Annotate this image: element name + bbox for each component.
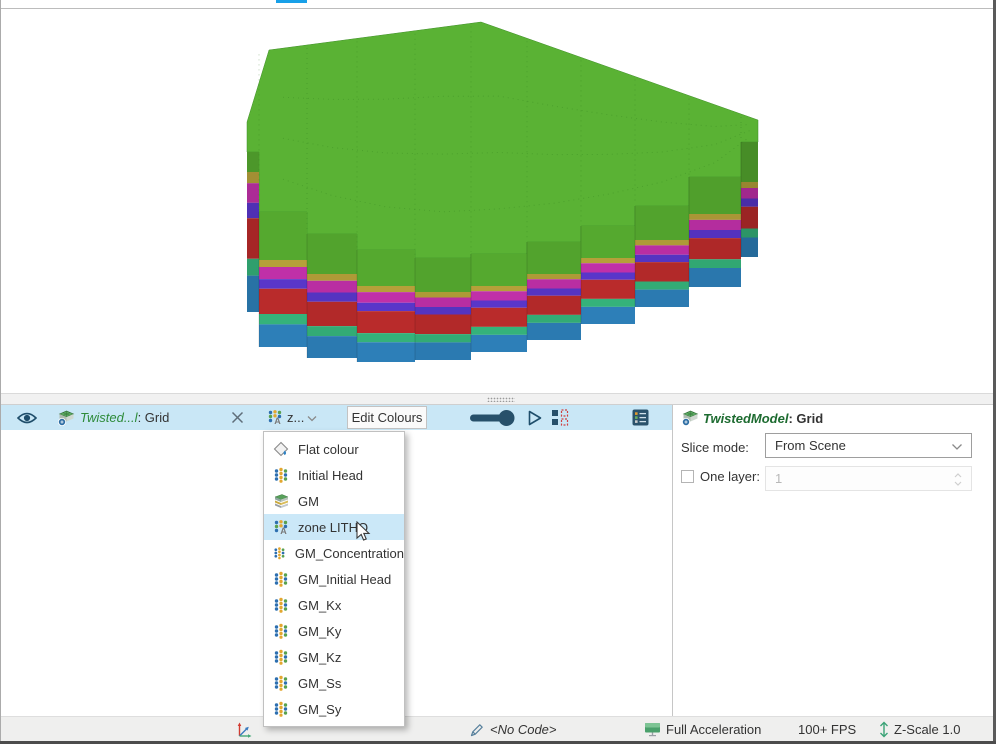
slice-mode-label: Slice mode: [681,440,749,455]
menu-item-initial-head[interactable]: Initial Head [264,462,404,488]
values-icon [273,571,289,587]
values-icon [273,701,289,717]
values-icon [273,467,289,483]
splitter-grip-icon[interactable] [487,397,515,402]
one-layer-spinner[interactable]: 1 [765,466,972,491]
slice-mode-select[interactable]: From Scene [765,433,972,458]
category-icon [267,409,283,425]
colour-mode-menu: Flat colour Initial Head GM zone LITHO G… [263,431,405,727]
axes-icon[interactable] [235,721,253,739]
shape-title: Twisted...l: Grid [80,410,169,425]
one-layer-checkbox[interactable] [681,470,694,483]
spinner-arrows-icon[interactable] [953,471,963,488]
menu-item-gm[interactable]: GM [264,488,404,514]
window-border [0,0,1,744]
fps-label: 100+ FPS [798,722,856,737]
z-scale-icon [878,720,890,739]
chevron-down-icon [951,443,963,451]
scene-3d-viewport[interactable] [1,9,993,393]
model-icon [273,493,289,509]
shape-row[interactable]: Twisted...l: Grid z... Edit Colours [1,405,672,430]
values-icon [273,597,289,613]
values-icon [273,545,286,561]
menu-item-zone-litho[interactable]: zone LITHO [264,514,404,540]
menu-item-gm-kx[interactable]: GM_Kx [264,592,404,618]
slice-mode-value: From Scene [775,438,846,453]
filter-grid-icon[interactable] [551,409,569,427]
acceleration-label[interactable]: Full Acceleration [666,722,761,737]
opacity-slider[interactable] [468,409,516,427]
one-layer-label: One layer: [700,469,760,484]
status-bar: <No Code> Full Acceleration 100+ FPS Z-S… [1,716,993,741]
menu-item-gm-kz[interactable]: GM_Kz [264,644,404,670]
pencil-icon[interactable] [469,722,485,738]
z-scale-label[interactable]: Z-Scale 1.0 [894,722,960,737]
menu-item-gm-ky[interactable]: GM_Ky [264,618,404,644]
category-icon [273,519,289,535]
menu-item-gm-concentration[interactable]: GM_Concentration [264,540,404,566]
properties-title: TwistedModel: Grid [703,411,823,426]
horizontal-splitter[interactable] [1,393,993,405]
colour-mode-value: z... [287,410,304,425]
grid-shape-icon [681,408,700,427]
menu-item-gm-ss[interactable]: GM_Ss [264,670,404,696]
play-icon[interactable] [524,408,544,428]
tab-indicator [276,0,307,3]
block-model-3d [1,9,993,393]
menu-item-flat-colour[interactable]: Flat colour [264,436,404,462]
app-window: Twisted...l: Grid z... Edit Colours [0,0,996,744]
grid-shape-icon [57,408,76,427]
top-strip [1,0,993,8]
properties-panel: TwistedModel: Grid Slice mode: From Scen… [673,405,993,716]
menu-item-gm-initial-head[interactable]: GM_Initial Head [264,566,404,592]
close-icon[interactable] [230,410,245,425]
chevron-down-icon [307,415,317,422]
menu-item-gm-sy[interactable]: GM_Sy [264,696,404,722]
values-icon [273,623,289,639]
active-code-label[interactable]: <No Code> [490,722,557,737]
values-icon [273,675,289,691]
one-layer-value: 1 [775,471,782,486]
flat-colour-icon [273,441,289,457]
acceleration-monitor-icon [644,722,661,737]
colour-mode-combo[interactable]: z... [263,405,325,430]
eye-icon[interactable] [17,411,37,425]
values-icon [273,649,289,665]
scene-list-icon[interactable] [632,409,649,426]
mouse-cursor [356,521,372,543]
edit-colours-button[interactable]: Edit Colours [347,406,427,429]
